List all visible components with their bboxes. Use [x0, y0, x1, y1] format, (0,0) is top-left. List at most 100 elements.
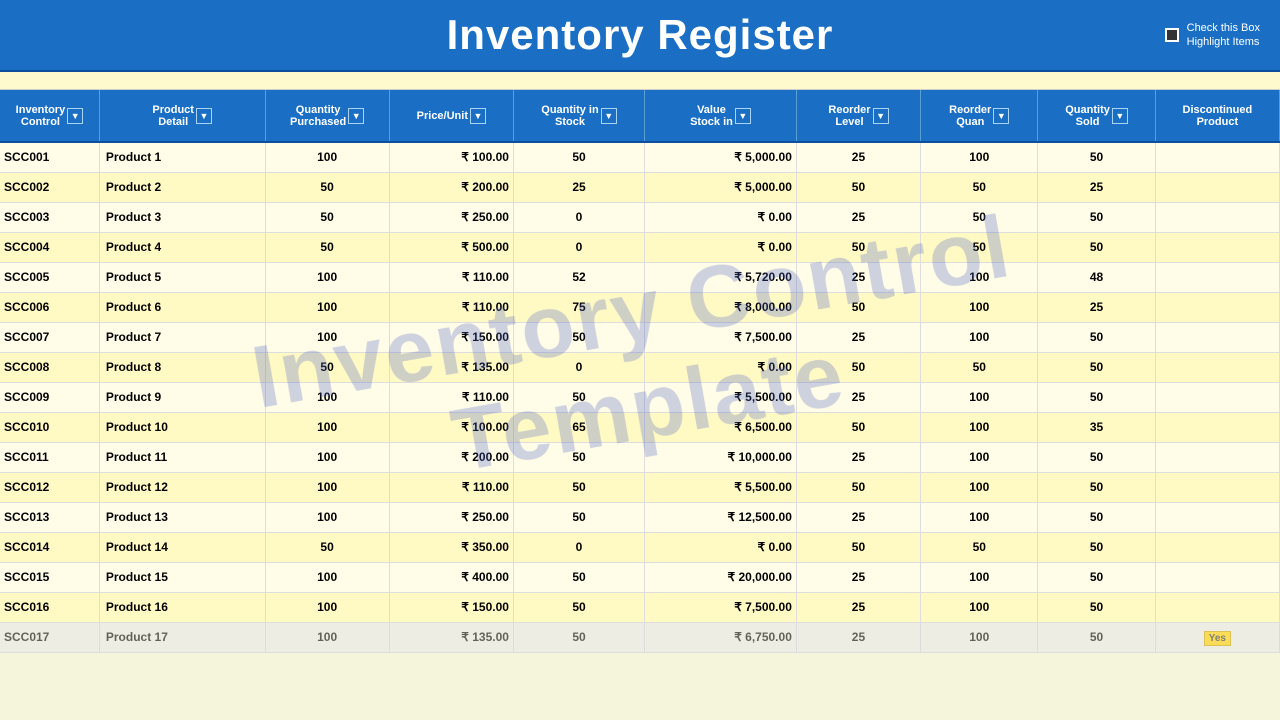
cell-row11-col6: 50	[796, 472, 920, 502]
cell-row11-col5: ₹ 5,500.00	[645, 472, 797, 502]
cell-row7-col4: 0	[513, 352, 644, 382]
cell-row10-col1: Product 11	[99, 442, 265, 472]
cell-row14-col5: ₹ 20,000.00	[645, 562, 797, 592]
table-row: SCC010Product 10100₹ 100.0065₹ 6,500.005…	[0, 412, 1280, 442]
cell-row0-col3: ₹ 100.00	[389, 142, 513, 172]
table-row: SCC004Product 450₹ 500.000₹ 0.00505050	[0, 232, 1280, 262]
cell-row12-col5: ₹ 12,500.00	[645, 502, 797, 532]
reorder-level-dropdown[interactable]: ▼	[873, 108, 889, 124]
cell-row8-col0: SCC009	[0, 382, 99, 412]
cell-row12-col8: 50	[1038, 502, 1155, 532]
table-row: SCC014Product 1450₹ 350.000₹ 0.00505050	[0, 532, 1280, 562]
cell-row9-col7: 100	[921, 412, 1038, 442]
cell-row3-col5: ₹ 0.00	[645, 232, 797, 262]
col-header-value-stock: Value Stock in ▼	[645, 90, 797, 142]
cell-row0-col0: SCC001	[0, 142, 99, 172]
highlight-label: Check this Box Highlight Items	[1187, 21, 1260, 50]
col-header-reorder-level: Reorder Level ▼	[796, 90, 920, 142]
reorder-quan-dropdown[interactable]: ▼	[993, 108, 1009, 124]
cell-row0-col4: 50	[513, 142, 644, 172]
cell-row4-col0: SCC005	[0, 262, 99, 292]
cell-row7-col1: Product 8	[99, 352, 265, 382]
cell-row0-col1: Product 1	[99, 142, 265, 172]
cell-row10-col2: 100	[265, 442, 389, 472]
cell-row16-col6: 25	[796, 622, 920, 652]
cell-row13-col7: 50	[921, 532, 1038, 562]
cell-row8-col2: 100	[265, 382, 389, 412]
cell-row6-col3: ₹ 150.00	[389, 322, 513, 352]
cell-row1-col7: 50	[921, 172, 1038, 202]
cell-row12-col2: 100	[265, 502, 389, 532]
cell-row7-col5: ₹ 0.00	[645, 352, 797, 382]
cell-row13-col3: ₹ 350.00	[389, 532, 513, 562]
cell-row11-col2: 100	[265, 472, 389, 502]
inv-control-dropdown[interactable]: ▼	[67, 108, 83, 124]
cell-row1-col1: Product 2	[99, 172, 265, 202]
cell-row7-col6: 50	[796, 352, 920, 382]
cell-row9-col6: 50	[796, 412, 920, 442]
cell-row1-col3: ₹ 200.00	[389, 172, 513, 202]
cell-row15-col5: ₹ 7,500.00	[645, 592, 797, 622]
value-stock-dropdown[interactable]: ▼	[735, 108, 751, 124]
cell-row4-col3: ₹ 110.00	[389, 262, 513, 292]
cell-row14-col7: 100	[921, 562, 1038, 592]
cell-row9-col2: 100	[265, 412, 389, 442]
cell-row2-col3: ₹ 250.00	[389, 202, 513, 232]
cell-row2-col5: ₹ 0.00	[645, 202, 797, 232]
cell-row4-col2: 100	[265, 262, 389, 292]
cell-row12-col4: 50	[513, 502, 644, 532]
cell-row13-col5: ₹ 0.00	[645, 532, 797, 562]
cell-row10-col8: 50	[1038, 442, 1155, 472]
cell-row11-col1: Product 12	[99, 472, 265, 502]
cell-row13-col9	[1155, 532, 1279, 562]
cell-row13-col0: SCC014	[0, 532, 99, 562]
table-row: SCC002Product 250₹ 200.0025₹ 5,000.00505…	[0, 172, 1280, 202]
cell-row4-col4: 52	[513, 262, 644, 292]
cell-row2-col4: 0	[513, 202, 644, 232]
cell-row3-col7: 50	[921, 232, 1038, 262]
cell-row14-col9	[1155, 562, 1279, 592]
cell-row10-col7: 100	[921, 442, 1038, 472]
cell-row12-col6: 25	[796, 502, 920, 532]
cell-row12-col3: ₹ 250.00	[389, 502, 513, 532]
cell-row9-col4: 65	[513, 412, 644, 442]
qty-sold-dropdown[interactable]: ▼	[1112, 108, 1128, 124]
table-row: SCC008Product 850₹ 135.000₹ 0.00505050	[0, 352, 1280, 382]
price-unit-dropdown[interactable]: ▼	[470, 108, 486, 124]
product-detail-dropdown[interactable]: ▼	[196, 108, 212, 124]
cell-row3-col8: 50	[1038, 232, 1155, 262]
cell-row6-col2: 100	[265, 322, 389, 352]
cell-row15-col7: 100	[921, 592, 1038, 622]
table-row: SCC003Product 350₹ 250.000₹ 0.00255050	[0, 202, 1280, 232]
cell-row7-col3: ₹ 135.00	[389, 352, 513, 382]
cell-row14-col3: ₹ 400.00	[389, 562, 513, 592]
cell-row11-col4: 50	[513, 472, 644, 502]
cell-row8-col5: ₹ 5,500.00	[645, 382, 797, 412]
cell-row8-col9	[1155, 382, 1279, 412]
cell-row8-col3: ₹ 110.00	[389, 382, 513, 412]
cell-row16-col0: SCC017	[0, 622, 99, 652]
cell-row6-col9	[1155, 322, 1279, 352]
cell-row8-col8: 50	[1038, 382, 1155, 412]
table-row: SCC006Product 6100₹ 110.0075₹ 8,000.0050…	[0, 292, 1280, 322]
cell-row16-col2: 100	[265, 622, 389, 652]
cell-row16-col3: ₹ 135.00	[389, 622, 513, 652]
cell-row1-col6: 50	[796, 172, 920, 202]
cell-row14-col4: 50	[513, 562, 644, 592]
table-row: SCC012Product 12100₹ 110.0050₹ 5,500.005…	[0, 472, 1280, 502]
table-row: SCC015Product 15100₹ 400.0050₹ 20,000.00…	[0, 562, 1280, 592]
qty-stock-dropdown[interactable]: ▼	[601, 108, 617, 124]
cell-row3-col6: 50	[796, 232, 920, 262]
qty-purchase-dropdown[interactable]: ▼	[348, 108, 364, 124]
table-row: SCC016Product 16100₹ 150.0050₹ 7,500.002…	[0, 592, 1280, 622]
header-right-controls: Check this Box Highlight Items	[1060, 21, 1260, 50]
cell-row15-col9	[1155, 592, 1279, 622]
cell-row14-col1: Product 15	[99, 562, 265, 592]
highlight-checkbox[interactable]	[1165, 28, 1179, 42]
header: Inventory Register Check this Box Highli…	[0, 0, 1280, 72]
col-header-inv-control: Inventory Control ▼	[0, 90, 99, 142]
cell-row11-col3: ₹ 110.00	[389, 472, 513, 502]
cell-row11-col8: 50	[1038, 472, 1155, 502]
table-row: SCC013Product 13100₹ 250.0050₹ 12,500.00…	[0, 502, 1280, 532]
cell-row1-col0: SCC002	[0, 172, 99, 202]
